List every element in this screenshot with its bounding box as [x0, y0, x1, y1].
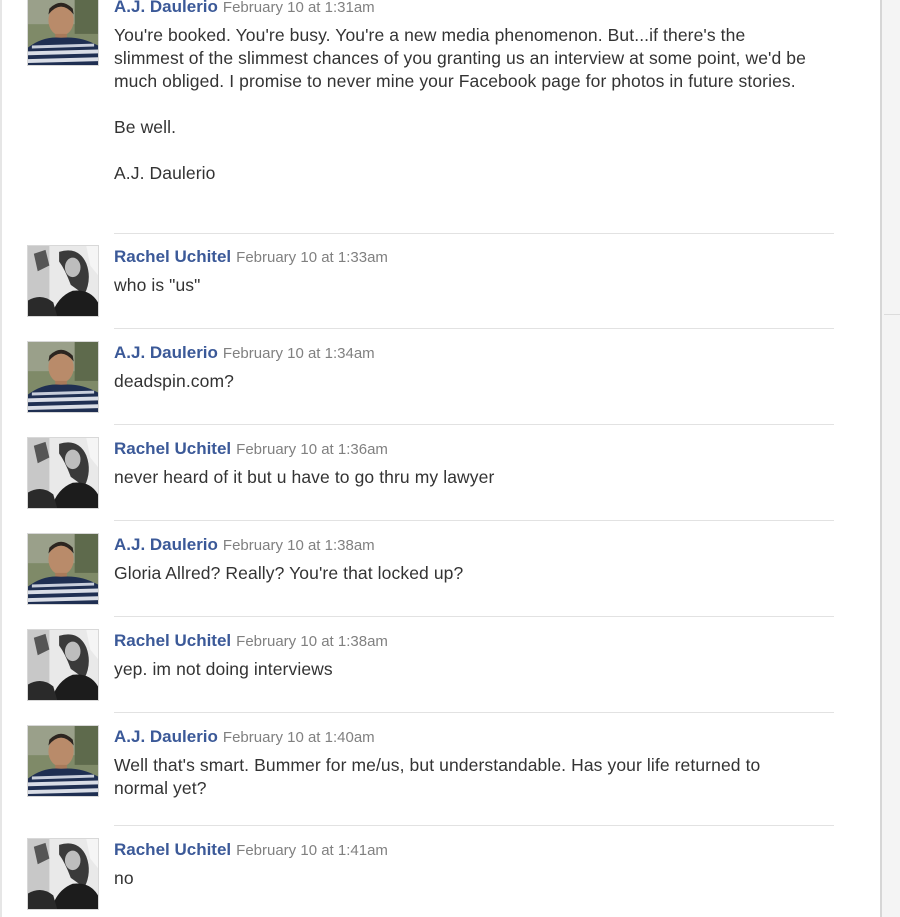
message-header: A.J. Daulerio February 10 at 1:34am	[114, 343, 375, 363]
message-header: A.J. Daulerio February 10 at 1:31am	[114, 0, 375, 17]
right-gutter	[882, 0, 900, 917]
timestamp: February 10 at 1:31am	[222, 0, 375, 16]
message-paragraph: never heard of it but u have to go thru …	[114, 467, 495, 487]
message-body: Gloria Allred? Really? You're that locke…	[114, 562, 814, 585]
message-separator	[114, 520, 834, 521]
message-paragraph: Well that's smart. Bummer for me/us, but…	[114, 755, 761, 798]
message-header: Rachel Uchitel February 10 at 1:36am	[114, 439, 388, 459]
message-separator	[114, 233, 834, 234]
rachel-uchitel-avatar[interactable]	[27, 838, 99, 910]
author-link[interactable]: A.J. Daulerio	[114, 0, 218, 16]
message-paragraph: You're booked. You're busy. You're a new…	[114, 25, 806, 91]
timestamp: February 10 at 1:36am	[236, 441, 388, 458]
author-link[interactable]: A.J. Daulerio	[114, 727, 218, 746]
message-body: who is "us"	[114, 274, 814, 297]
message-separator	[114, 825, 834, 826]
message-header: Rachel Uchitel February 10 at 1:41am	[114, 840, 388, 860]
aj-daulerio-avatar[interactable]	[27, 725, 99, 797]
message-separator	[114, 712, 834, 713]
message-body: never heard of it but u have to go thru …	[114, 466, 814, 489]
timestamp: February 10 at 1:38am	[222, 537, 375, 554]
rachel-uchitel-avatar[interactable]	[27, 245, 99, 317]
message-paragraph: Gloria Allred? Really? You're that locke…	[114, 563, 464, 583]
message-body: yep. im not doing interviews	[114, 658, 814, 681]
author-link[interactable]: Rachel Uchitel	[114, 439, 231, 458]
message-paragraph: no	[114, 868, 134, 888]
rachel-uchitel-avatar[interactable]	[27, 629, 99, 701]
aj-daulerio-avatar[interactable]	[27, 0, 99, 66]
message-paragraph: A.J. Daulerio	[114, 163, 216, 183]
message-thread-page: A.J. Daulerio February 10 at 1:31am You'r…	[0, 0, 900, 917]
author-link[interactable]: Rachel Uchitel	[114, 247, 231, 266]
message-body: You're booked. You're busy. You're a new…	[114, 24, 814, 185]
author-link[interactable]: A.J. Daulerio	[114, 535, 218, 554]
message-paragraph: who is "us"	[114, 275, 201, 295]
message-body: deadspin.com?	[114, 370, 814, 393]
left-border	[0, 0, 2, 917]
message-paragraph: Be well.	[114, 117, 177, 137]
message-body: Well that's smart. Bummer for me/us, but…	[114, 754, 814, 800]
rachel-uchitel-avatar[interactable]	[27, 437, 99, 509]
aj-daulerio-avatar[interactable]	[27, 533, 99, 605]
message-body: no	[114, 867, 814, 890]
message-paragraph: yep. im not doing interviews	[114, 659, 333, 679]
author-link[interactable]: A.J. Daulerio	[114, 343, 218, 362]
message-separator	[114, 328, 834, 329]
timestamp: February 10 at 1:34am	[222, 345, 375, 362]
timestamp: February 10 at 1:33am	[236, 249, 388, 266]
message-header: Rachel Uchitel February 10 at 1:33am	[114, 247, 388, 267]
timestamp: February 10 at 1:41am	[236, 842, 388, 859]
timestamp: February 10 at 1:38am	[236, 633, 388, 650]
message-paragraph: deadspin.com?	[114, 371, 234, 391]
message-header: A.J. Daulerio February 10 at 1:40am	[114, 727, 375, 747]
message-header: A.J. Daulerio February 10 at 1:38am	[114, 535, 375, 555]
right-gutter-divider	[884, 314, 900, 315]
message-separator	[114, 424, 834, 425]
timestamp: February 10 at 1:40am	[222, 729, 375, 746]
message-header: Rachel Uchitel February 10 at 1:38am	[114, 631, 388, 651]
author-link[interactable]: Rachel Uchitel	[114, 840, 231, 859]
aj-daulerio-avatar[interactable]	[27, 341, 99, 413]
message-separator	[114, 616, 834, 617]
author-link[interactable]: Rachel Uchitel	[114, 631, 231, 650]
